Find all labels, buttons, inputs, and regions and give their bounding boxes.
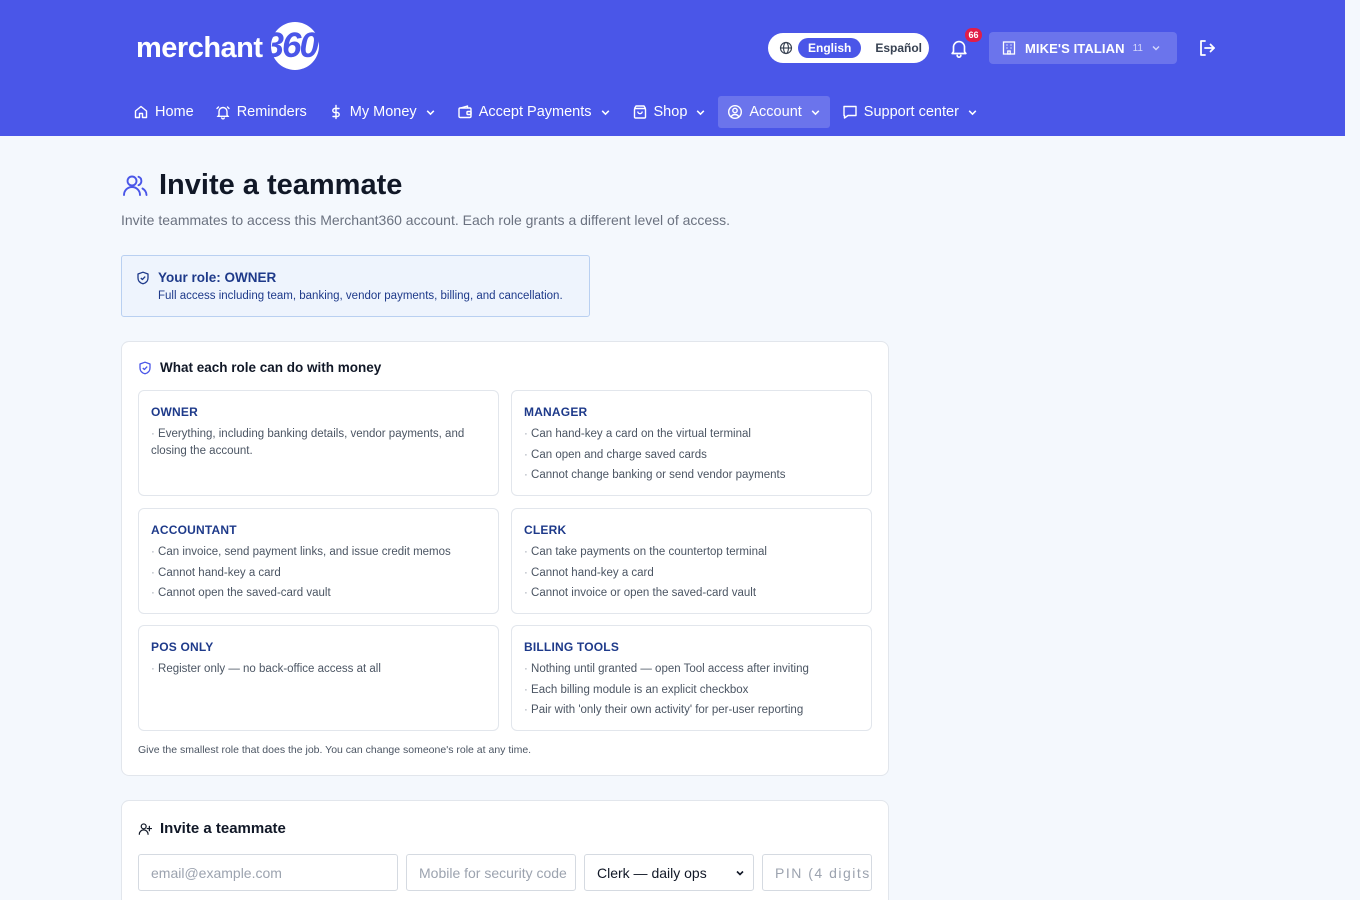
- notification-count-badge: 66: [965, 28, 982, 42]
- chevron-down-icon: [697, 109, 705, 115]
- page-title-row: Invite a teammate: [121, 169, 402, 202]
- logout-icon[interactable]: [1197, 38, 1217, 58]
- user-circle-icon: [728, 104, 743, 120]
- store-name: MIKE'S ITALIAN: [1025, 40, 1125, 56]
- roles-hint: Give the smallest role that does the job…: [138, 744, 532, 756]
- roles-card-heading: What each role can do with money: [160, 360, 382, 375]
- dollar-icon: [331, 104, 340, 120]
- role-point: Register only — no back-office access at…: [151, 661, 486, 678]
- role-title: POS ONLY: [151, 640, 214, 654]
- nav-account[interactable]: Account: [718, 96, 830, 128]
- nav-shop-label: Shop: [653, 104, 688, 120]
- nav-my-money-label: My Money: [349, 104, 417, 120]
- role-point: Can take payments on the countertop term…: [524, 544, 859, 561]
- bell-icon: [215, 106, 230, 120]
- chevron-down-icon: [601, 109, 609, 115]
- nav-reminders-label: Reminders: [236, 104, 307, 120]
- role-select-value: Clerk — daily ops: [597, 864, 707, 881]
- chevron-down-icon: [1152, 46, 1160, 51]
- role-point: Cannot change banking or send vendor pay…: [524, 467, 859, 484]
- shield-check-icon: [137, 271, 149, 285]
- nav-reminders[interactable]: Reminders: [206, 96, 316, 128]
- email-input[interactable]: email@example.com: [138, 854, 398, 891]
- your-role-title: Your role: OWNER: [158, 270, 277, 285]
- role-point: Nothing until granted — open Tool access…: [524, 661, 859, 678]
- role-tile-pos-only: POS ONLY Register only — no back-office …: [138, 625, 499, 731]
- role-point: Can invoice, send payment links, and iss…: [151, 544, 486, 561]
- nav-account-label: Account: [749, 104, 802, 120]
- role-tile-billing-tools: BILLING TOOLS Nothing until granted — op…: [511, 625, 872, 731]
- language-spanish-button[interactable]: Español: [875, 41, 922, 55]
- nav-accept-payments-label: Accept Payments: [478, 104, 592, 120]
- logo-360-badge: 360: [265, 22, 319, 74]
- pin-input[interactable]: PIN (4 digits): [762, 854, 872, 891]
- role-title: ACCOUNTANT: [151, 523, 237, 537]
- roles-permissions-card: What each role can do with money OWNER E…: [121, 341, 889, 776]
- role-select[interactable]: Clerk — daily ops: [584, 854, 754, 891]
- mobile-input[interactable]: Mobile for security code: [406, 854, 576, 891]
- invite-form-header: Invite a teammate: [138, 820, 286, 837]
- chevron-down-icon: [811, 109, 820, 115]
- nav-support-center-label: Support center: [863, 104, 959, 120]
- role-title: MANAGER: [524, 405, 588, 419]
- your-role-description: Full access including team, banking, ven…: [158, 290, 563, 302]
- globe-icon: [779, 41, 793, 55]
- shopping-bag-icon: [633, 105, 646, 119]
- chevron-down-icon: [968, 109, 977, 115]
- roles-card-header: What each role can do with money: [138, 360, 381, 375]
- language-english-button[interactable]: English: [798, 38, 862, 58]
- role-point: Cannot hand-key a card: [151, 565, 486, 582]
- store-selector[interactable]: MIKE'S ITALIAN 11: [989, 32, 1177, 64]
- role-point: Everything, including banking details, v…: [151, 426, 486, 460]
- chevron-down-icon: [736, 870, 744, 876]
- users-icon: [123, 175, 148, 196]
- role-point: Cannot open the saved-card vault: [151, 585, 486, 602]
- store-count: 11: [1132, 42, 1143, 54]
- role-title: BILLING TOOLS: [524, 640, 620, 654]
- language-switcher: English Español: [768, 33, 929, 63]
- role-tile-clerk: CLERK Can take payments on the counterto…: [511, 508, 872, 614]
- role-title: CLERK: [524, 523, 567, 537]
- nav-home-label: Home: [155, 104, 194, 120]
- role-point: Cannot hand-key a card: [524, 565, 859, 582]
- merchant360-logo[interactable]: merchant 360: [136, 22, 319, 74]
- nav-shop[interactable]: Shop: [623, 96, 716, 128]
- logo-wordmark: merchant: [136, 31, 263, 64]
- role-tile-manager: MANAGER Can hand-key a card on the virtu…: [511, 390, 872, 496]
- nav-accept-payments[interactable]: Accept Payments: [448, 96, 620, 128]
- role-title: OWNER: [151, 405, 198, 419]
- role-tile-owner: OWNER Everything, including banking deta…: [138, 390, 499, 496]
- role-point: Can open and charge saved cards: [524, 447, 859, 464]
- invite-form-heading: Invite a teammate: [160, 820, 286, 837]
- building-icon: [1002, 41, 1016, 55]
- role-point: Pair with 'only their own activity' for …: [524, 702, 859, 719]
- page-subtitle: Invite teammates to access this Merchant…: [121, 212, 731, 228]
- your-role-banner: Your role: OWNER Full access including t…: [121, 255, 590, 317]
- shield-check-icon: [139, 361, 151, 374]
- wallet-icon: [457, 105, 472, 119]
- home-icon: [134, 105, 148, 119]
- page-title: Invite a teammate: [159, 169, 403, 201]
- role-point: Can hand-key a card on the virtual termi…: [524, 426, 859, 443]
- chat-icon: [843, 105, 857, 119]
- user-plus-icon: [138, 822, 152, 835]
- main-nav: Home Reminders My Money Accept Payments …: [124, 96, 990, 128]
- invite-form-card: Invite a teammate email@example.com Mobi…: [121, 800, 889, 900]
- chevron-down-icon: [426, 109, 435, 115]
- top-header: merchant 360 English Español 66 MIKE'S I…: [0, 0, 1345, 136]
- nav-home[interactable]: Home: [124, 96, 203, 128]
- role-point: Each billing module is an explicit check…: [524, 682, 859, 699]
- nav-my-money[interactable]: My Money: [319, 96, 445, 128]
- role-tile-accountant: ACCOUNTANT Can invoice, send payment lin…: [138, 508, 499, 614]
- role-point: Cannot invoice or open the saved-card va…: [524, 585, 859, 602]
- nav-support-center[interactable]: Support center: [833, 96, 987, 128]
